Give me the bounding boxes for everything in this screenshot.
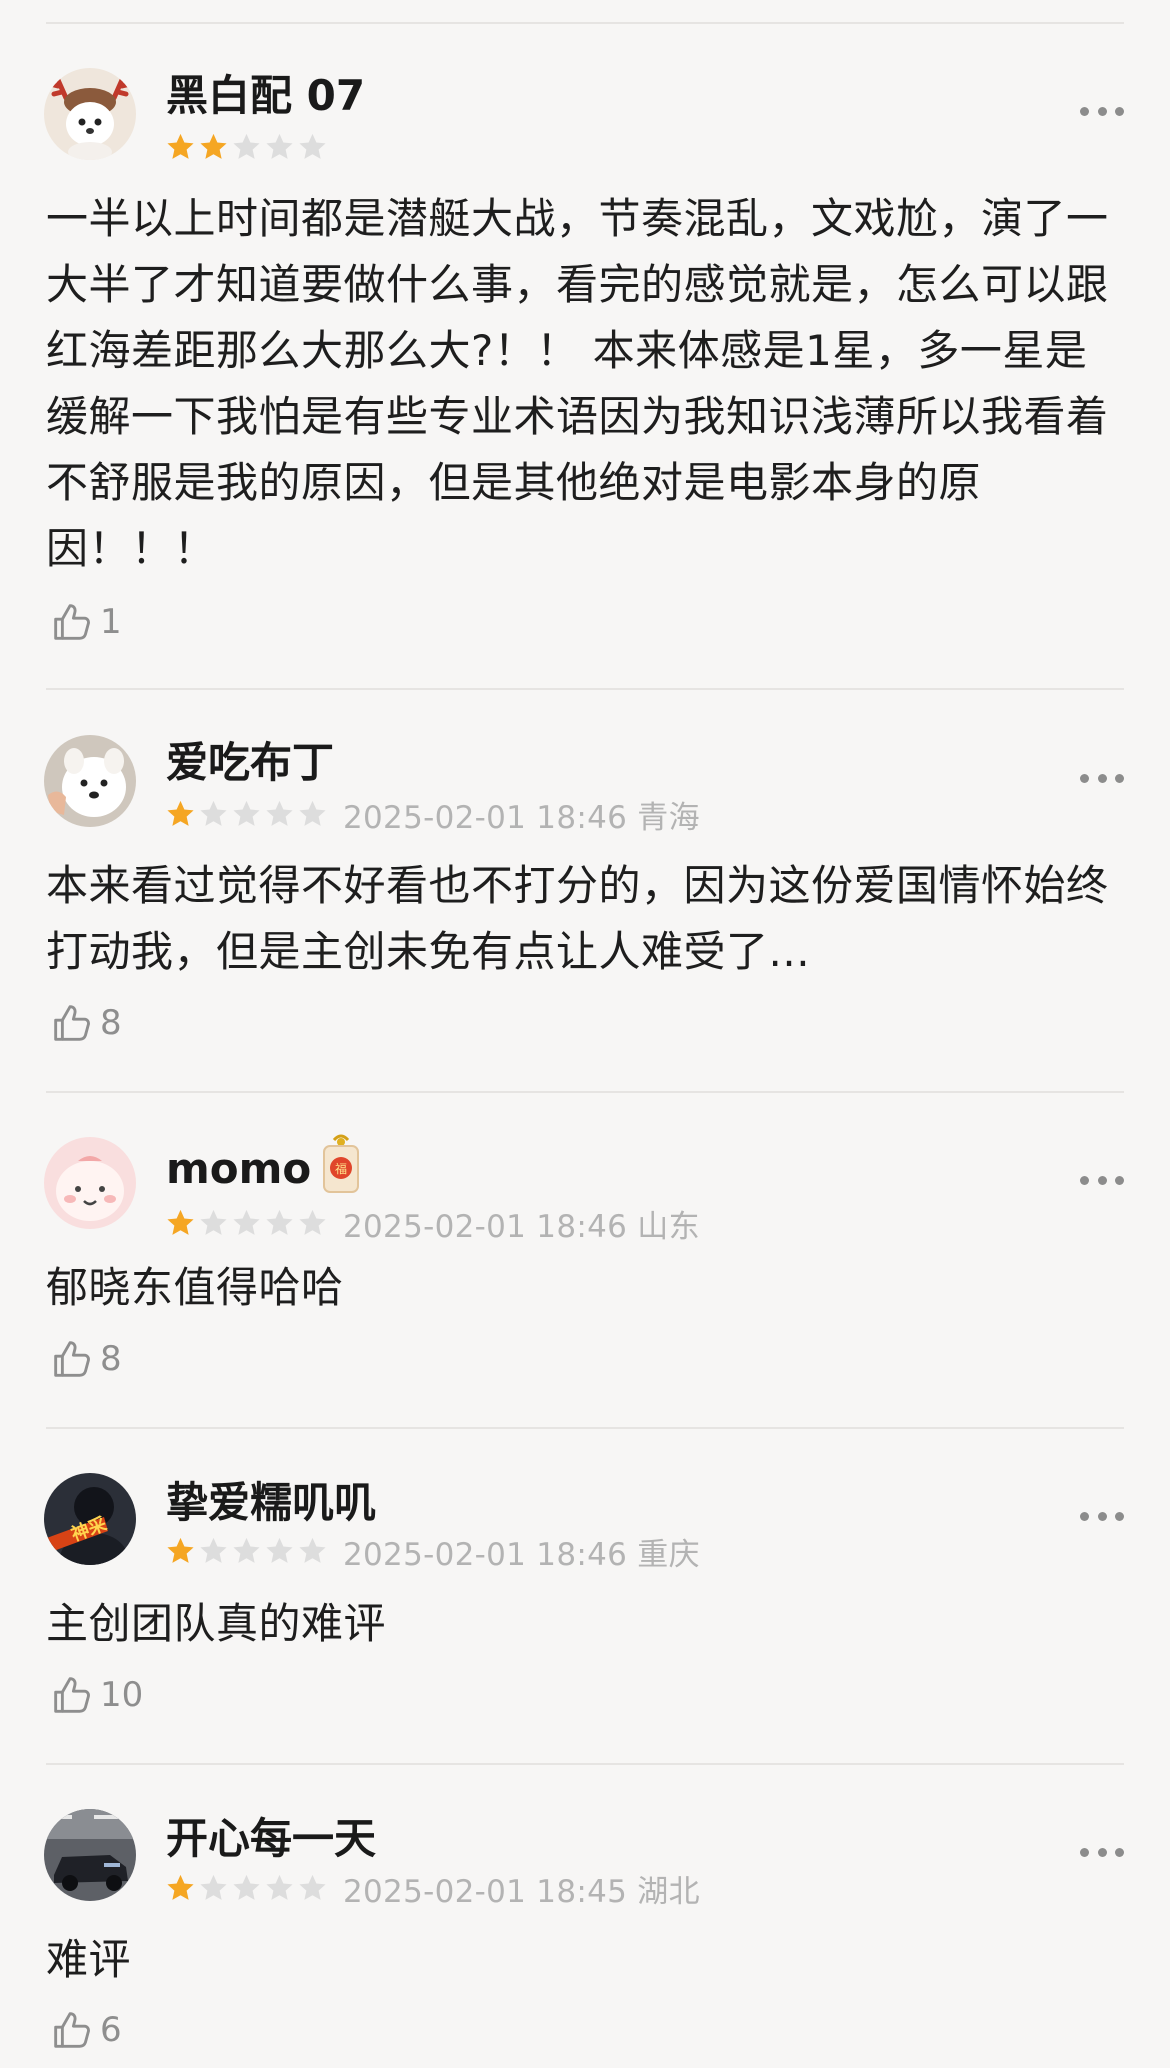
car-garage-avatar-image [44,1809,136,1901]
star-filled-icon [167,1209,194,1235]
like-count: 10 [100,1675,144,1715]
like-count: 1 [100,602,122,642]
star-filled-icon [167,1537,194,1563]
star-empty-icon [299,1874,326,1900]
pink-cartoon-avatar-image [44,1137,136,1229]
thumbs-up-icon [54,1005,90,1041]
thumbs-up-icon [54,604,90,640]
star-empty-icon [200,1209,227,1235]
rating-row: 2025-02-01 18:45 湖北 [164,1870,700,1910]
avatar[interactable] [44,1137,136,1229]
username[interactable]: 黑白配 07 [166,70,365,122]
review-content: 主创团队真的难评 [46,1599,387,1648]
star-empty-icon [299,133,326,159]
top-divider [46,22,1124,24]
star-rating [164,131,329,163]
review-content: 郁晓东值得哈哈 [46,1263,344,1312]
username[interactable]: 开心每一天 [166,1813,376,1865]
rating-row: 2025-02-01 18:46 重庆 [164,1533,700,1573]
review-content: 一半以上时间都是潜艇大战，节奏混乱，文戏尬，演了一大半了才知道要做什么事，看完的… [46,194,1109,573]
star-empty-icon [200,1874,227,1900]
star-empty-icon [233,1874,260,1900]
star-empty-icon [233,1537,260,1563]
more-options-button[interactable] [1080,1506,1124,1526]
review-content: 本来看过觉得不好看也不打分的，因为这份爱国情怀始终打动我，但是主创未免有点让人难… [46,861,1109,976]
rating-row: 2025-02-01 18:46 山东 [164,1205,700,1245]
like-count: 6 [100,2010,122,2050]
like-count: 8 [100,1003,122,1043]
lucky-charm-badge: 福 [318,1134,364,1196]
username[interactable]: 挚爱糯叽叽 [166,1477,376,1529]
username[interactable]: momo [166,1143,311,1195]
star-empty-icon [266,1537,293,1563]
star-filled-icon [200,133,227,159]
like-count: 8 [100,1339,122,1379]
reindeer-puppy-avatar-image [44,68,136,160]
review-content: 难评 [46,1935,132,1984]
star-filled-icon [167,800,194,826]
more-options-button[interactable] [1080,101,1124,121]
star-filled-icon [167,133,194,159]
svg-text:福: 福 [335,1161,347,1176]
rating-row [164,129,343,165]
star-empty-icon [233,1209,260,1235]
like-button[interactable]: 8 [48,999,122,1047]
like-button[interactable]: 1 [48,598,122,646]
more-options-button[interactable] [1080,1170,1124,1190]
avatar[interactable] [44,735,136,827]
star-rating [164,1207,329,1239]
review-divider [46,1427,1124,1429]
avatar[interactable] [44,68,136,160]
star-empty-icon [266,800,293,826]
star-empty-icon [233,133,260,159]
review-divider [46,1091,1124,1093]
like-button[interactable]: 8 [48,1335,122,1383]
star-empty-icon [233,800,260,826]
star-rating [164,1872,329,1904]
more-options-button[interactable] [1080,1842,1124,1862]
star-empty-icon [200,1537,227,1563]
star-filled-icon [167,1874,194,1900]
date-location: 2025-02-01 18:46 青海 [343,799,700,836]
username[interactable]: 爱吃布丁 [166,737,334,789]
thumbs-up-icon [54,2012,90,2048]
thumbs-up-icon [54,1341,90,1377]
star-empty-icon [266,133,293,159]
star-rating [164,1535,329,1567]
more-options-button[interactable] [1080,768,1124,788]
avatar[interactable]: 神采 [44,1473,136,1565]
avatar[interactable] [44,1809,136,1901]
star-empty-icon [266,1209,293,1235]
like-button[interactable]: 6 [48,2006,122,2054]
thumbs-up-icon [54,1677,90,1713]
date-location: 2025-02-01 18:46 重庆 [343,1536,700,1573]
review-divider [46,1763,1124,1765]
rating-row: 2025-02-01 18:46 青海 [164,796,700,836]
star-empty-icon [200,800,227,826]
star-rating [164,798,329,830]
star-empty-icon [299,1209,326,1235]
date-location: 2025-02-01 18:45 湖北 [343,1873,700,1910]
white-dog-avatar-image [44,735,136,827]
star-empty-icon [299,800,326,826]
review-divider [46,688,1124,690]
star-empty-icon [266,1874,293,1900]
date-location: 2025-02-01 18:46 山东 [343,1208,700,1245]
like-button[interactable]: 10 [48,1671,143,1719]
dark-portrait-avatar-image: 神采 [44,1473,136,1565]
star-empty-icon [299,1537,326,1563]
